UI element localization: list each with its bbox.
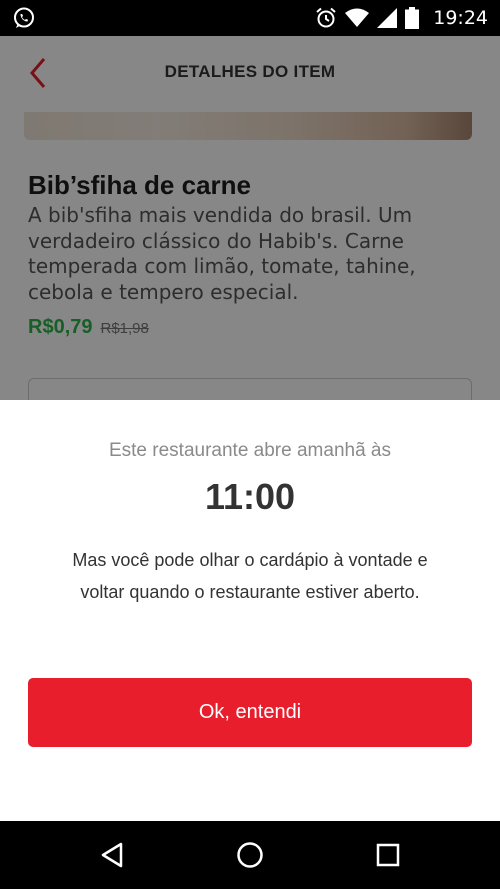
- recents-square-icon[interactable]: [372, 839, 404, 871]
- ok-button[interactable]: Ok, entendi: [28, 678, 472, 747]
- alarm-icon: [316, 7, 336, 28]
- status-bar: 19:24: [0, 0, 500, 36]
- status-time: 19:24: [433, 7, 488, 29]
- battery-icon: [405, 7, 420, 29]
- closed-restaurant-modal: Este restaurante abre amanhã às 11:00 Ma…: [0, 400, 500, 821]
- wifi-icon: [345, 8, 370, 27]
- whatsapp-icon: [14, 7, 34, 28]
- modal-overlay[interactable]: [0, 36, 500, 400]
- home-circle-icon[interactable]: [234, 839, 266, 871]
- back-triangle-icon[interactable]: [96, 839, 128, 871]
- modal-message: Mas você pode olhar o cardápio à vontade…: [72, 550, 428, 602]
- opening-time: 11:00: [204, 476, 296, 517]
- modal-subtitle: Este restaurante abre amanhã às: [108, 440, 391, 461]
- signal-icon: [377, 8, 398, 28]
- navigation-bar: [0, 821, 500, 889]
